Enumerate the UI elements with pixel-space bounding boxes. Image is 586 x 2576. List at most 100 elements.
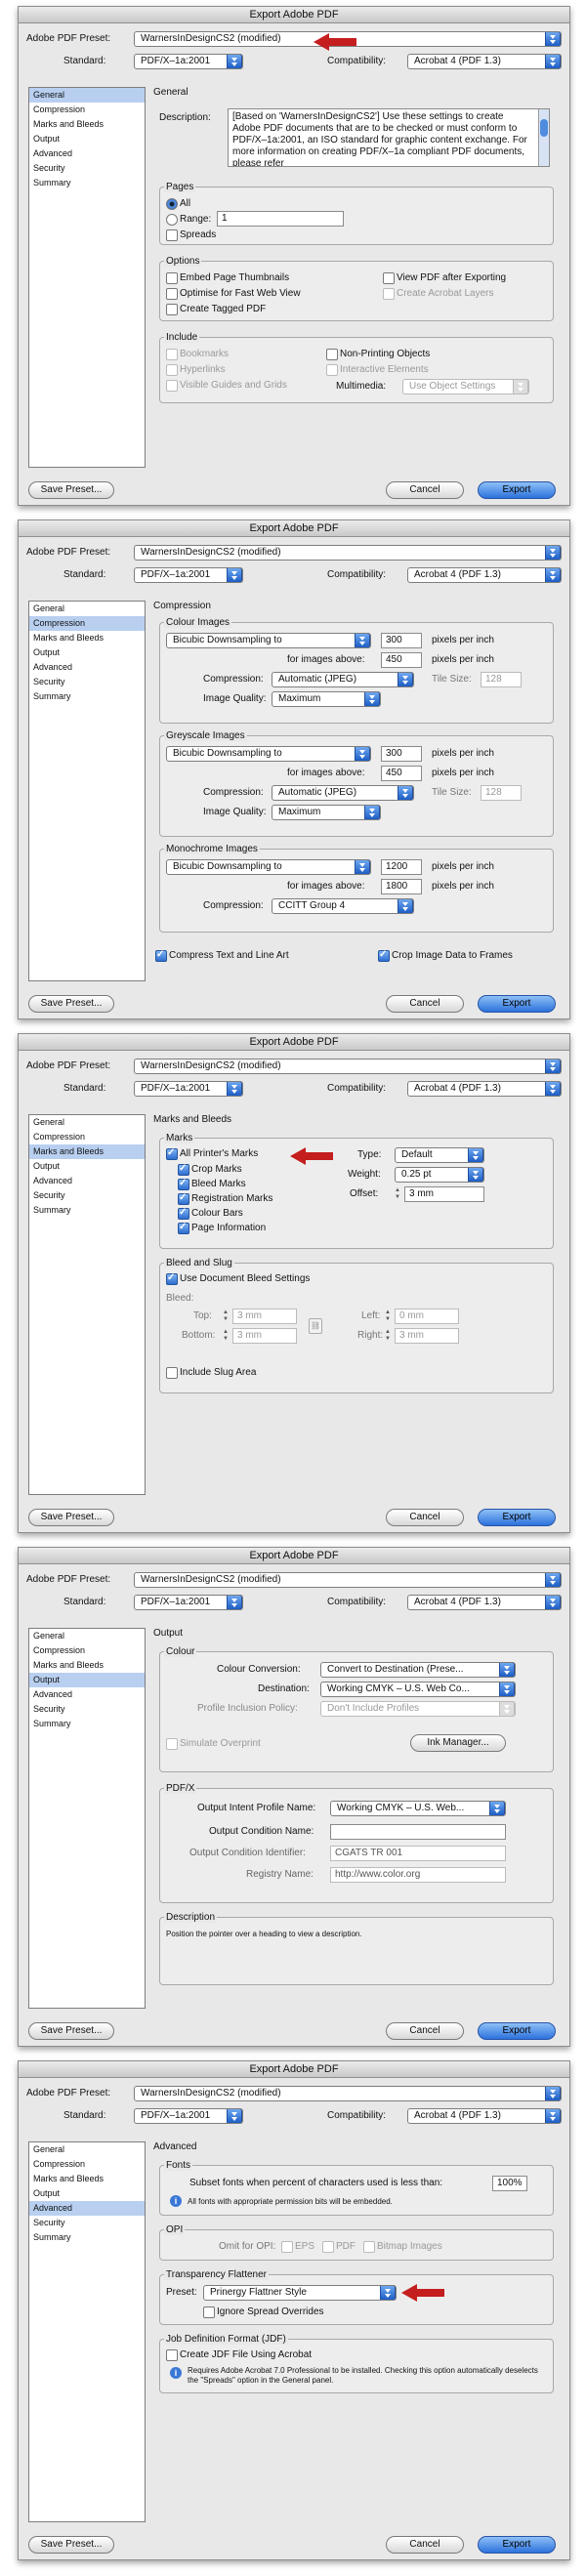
- sidebar-item-marks-and-bleeds[interactable]: Marks and Bleeds: [29, 1658, 145, 1673]
- output-condition-name-input[interactable]: [330, 1824, 506, 1840]
- preset-dropdown[interactable]: WarnersInDesignCS2 (modified): [134, 1059, 562, 1074]
- sidebar-item-marks-and-bleeds[interactable]: Marks and Bleeds: [29, 631, 145, 645]
- non-printing-checkbox[interactable]: Non-Printing Objects: [326, 349, 430, 360]
- sidebar-item-output[interactable]: Output: [29, 645, 145, 660]
- bookmarks-checkbox[interactable]: Bookmarks: [166, 349, 229, 360]
- spreads-checkbox[interactable]: Spreads: [166, 229, 216, 241]
- guides-checkbox[interactable]: Visible Guides and Grids: [166, 380, 287, 392]
- mono-above-input[interactable]: 1800: [381, 879, 422, 894]
- bleed-left-input[interactable]: 0 mm: [395, 1309, 459, 1324]
- export-button[interactable]: Export: [478, 481, 556, 499]
- all-printers-marks-checkbox[interactable]: All Printer's Marks: [166, 1147, 258, 1160]
- standard-dropdown[interactable]: PDF/X–1a:2001: [134, 54, 243, 69]
- sidebar-item-marks-and-bleeds[interactable]: Marks and Bleeds: [29, 117, 145, 132]
- grey-quality-dropdown[interactable]: Maximum: [272, 805, 381, 820]
- sidebar-item-output[interactable]: Output: [29, 2186, 145, 2201]
- bleed-top-input[interactable]: 3 mm: [232, 1309, 297, 1324]
- colour-tile-input[interactable]: 128: [481, 672, 522, 687]
- compress-text-checkbox[interactable]: Compress Text and Line Art: [155, 949, 289, 962]
- bleed-right-input[interactable]: 3 mm: [395, 1328, 459, 1344]
- colour-quality-dropdown[interactable]: Maximum: [272, 691, 381, 707]
- eps-checkbox[interactable]: EPS: [281, 2241, 314, 2253]
- pdf-checkbox[interactable]: PDF: [322, 2241, 356, 2253]
- ink-manager-button[interactable]: Ink Manager...: [410, 1734, 506, 1752]
- subset-percent-input[interactable]: 100%: [492, 2176, 527, 2191]
- sidebar-item-marks-and-bleeds[interactable]: Marks and Bleeds: [29, 2172, 145, 2186]
- sidebar-item-security[interactable]: Security: [29, 1702, 145, 1717]
- mono-downsample-dropdown[interactable]: Bicubic Downsampling to: [166, 859, 371, 875]
- cancel-button[interactable]: Cancel: [386, 481, 464, 499]
- sidebar-item-output[interactable]: Output: [29, 1673, 145, 1687]
- page-information-checkbox[interactable]: Page Information: [178, 1222, 266, 1234]
- create-jdf-checkbox[interactable]: Create JDF File Using Acrobat: [166, 2349, 312, 2361]
- sidebar-item-advanced[interactable]: Advanced: [29, 660, 145, 675]
- scroll-thumb[interactable]: [540, 119, 548, 137]
- embed-thumbnails-checkbox[interactable]: Embed Page Thumbnails: [166, 272, 289, 284]
- include-slug-checkbox[interactable]: Include Slug Area: [166, 1367, 256, 1379]
- sidebar-item-security[interactable]: Security: [29, 161, 145, 176]
- sidebar-item-advanced[interactable]: Advanced: [29, 146, 145, 161]
- fast-web-view-checkbox[interactable]: Optimise for Fast Web View: [166, 288, 301, 300]
- interactive-checkbox[interactable]: Interactive Elements: [326, 364, 429, 376]
- chain-link-icon[interactable]: ⛓: [309, 1318, 322, 1334]
- marks-type-dropdown[interactable]: Default: [395, 1147, 484, 1163]
- sidebar-item-general[interactable]: General: [29, 602, 145, 616]
- sidebar-item-output[interactable]: Output: [29, 1159, 145, 1174]
- cancel-button[interactable]: Cancel: [386, 995, 464, 1013]
- export-button[interactable]: Export: [478, 2536, 556, 2554]
- bleed-marks-checkbox[interactable]: Bleed Marks: [178, 1178, 246, 1190]
- grey-compression-dropdown[interactable]: Automatic (JPEG): [272, 785, 414, 801]
- acrobat-layers-checkbox[interactable]: Create Acrobat Layers: [383, 288, 494, 300]
- compatibility-dropdown[interactable]: Acrobat 4 (PDF 1.3): [407, 567, 562, 583]
- registry-name-input[interactable]: http://www.color.org: [330, 1867, 506, 1883]
- save-preset-button[interactable]: Save Preset...: [28, 481, 114, 499]
- bitmap-checkbox[interactable]: Bitmap Images: [363, 2241, 442, 2253]
- standard-dropdown[interactable]: PDF/X–1a:2001: [134, 2108, 243, 2124]
- left-stepper-icon[interactable]: ▲ ▼: [385, 1309, 393, 1323]
- range-input[interactable]: 1: [217, 211, 344, 227]
- preset-dropdown[interactable]: WarnersInDesignCS2 (modified): [134, 1572, 562, 1588]
- profile-inclusion-dropdown[interactable]: Don't Include Profiles: [320, 1701, 516, 1717]
- hyperlinks-checkbox[interactable]: Hyperlinks: [166, 364, 226, 376]
- sidebar-item-advanced[interactable]: Advanced: [29, 1174, 145, 1188]
- compatibility-dropdown[interactable]: Acrobat 4 (PDF 1.3): [407, 54, 562, 69]
- compatibility-dropdown[interactable]: Acrobat 4 (PDF 1.3): [407, 1081, 562, 1097]
- sidebar-item-compression[interactable]: Compression: [29, 1643, 145, 1658]
- save-preset-button[interactable]: Save Preset...: [28, 2536, 114, 2554]
- preset-dropdown[interactable]: WarnersInDesignCS2 (modified): [134, 545, 562, 561]
- top-stepper-icon[interactable]: ▲ ▼: [223, 1309, 230, 1323]
- view-pdf-checkbox[interactable]: View PDF after Exporting: [383, 272, 506, 284]
- standard-dropdown[interactable]: PDF/X–1a:2001: [134, 567, 243, 583]
- sidebar-item-summary[interactable]: Summary: [29, 689, 145, 704]
- sidebar-item-summary[interactable]: Summary: [29, 176, 145, 190]
- export-button[interactable]: Export: [478, 995, 556, 1013]
- sidebar-item-summary[interactable]: Summary: [29, 1203, 145, 1218]
- sidebar-item-compression[interactable]: Compression: [29, 1130, 145, 1144]
- crop-image-checkbox[interactable]: Crop Image Data to Frames: [378, 949, 513, 962]
- sidebar-item-compression[interactable]: Compression: [29, 103, 145, 117]
- all-radio[interactable]: All: [166, 198, 190, 210]
- standard-dropdown[interactable]: PDF/X–1a:2001: [134, 1081, 243, 1097]
- compatibility-dropdown[interactable]: Acrobat 4 (PDF 1.3): [407, 1595, 562, 1610]
- mono-compression-dropdown[interactable]: CCITT Group 4: [272, 898, 414, 914]
- sidebar-item-security[interactable]: Security: [29, 1188, 145, 1203]
- offset-stepper-icon[interactable]: ▲ ▼: [395, 1187, 402, 1201]
- grey-ppi-input[interactable]: 300: [381, 746, 422, 762]
- sidebar-item-compression[interactable]: Compression: [29, 616, 145, 631]
- cancel-button[interactable]: Cancel: [386, 1509, 464, 1526]
- multimedia-dropdown[interactable]: Use Object Settings: [402, 379, 529, 395]
- crop-marks-checkbox[interactable]: Crop Marks: [178, 1163, 242, 1176]
- sidebar-item-advanced[interactable]: Advanced: [29, 2201, 145, 2216]
- colour-ppi-input[interactable]: 300: [381, 633, 422, 648]
- destination-dropdown[interactable]: Working CMYK – U.S. Web Co...: [320, 1682, 516, 1697]
- sidebar-item-general[interactable]: General: [29, 1629, 145, 1643]
- colour-above-input[interactable]: 450: [381, 652, 422, 668]
- sidebar-item-security[interactable]: Security: [29, 2216, 145, 2230]
- grey-tile-input[interactable]: 128: [481, 785, 522, 801]
- marks-weight-dropdown[interactable]: 0.25 pt: [395, 1167, 484, 1183]
- compatibility-dropdown[interactable]: Acrobat 4 (PDF 1.3): [407, 2108, 562, 2124]
- range-radio[interactable]: Range:: [166, 214, 211, 226]
- export-button[interactable]: Export: [478, 2022, 556, 2040]
- mono-ppi-input[interactable]: 1200: [381, 859, 422, 875]
- ignore-spread-overrides-checkbox[interactable]: Ignore Spread Overrides: [203, 2306, 324, 2318]
